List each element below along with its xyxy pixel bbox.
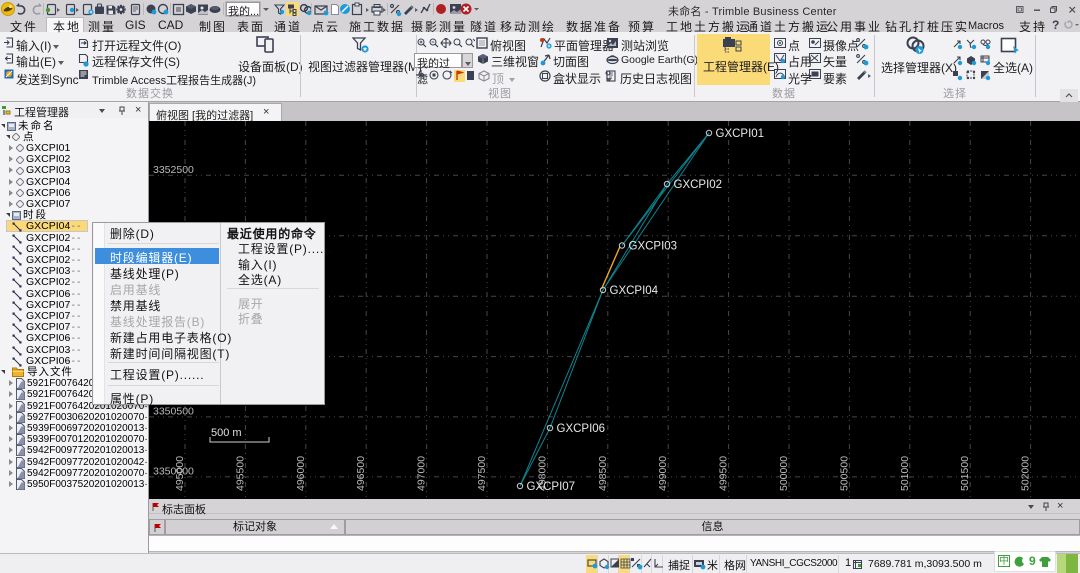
svg-text:GXCPI01: GXCPI01 [716, 128, 765, 140]
svg-text:3352500: 3352500 [153, 164, 194, 176]
svg-text:496000: 496000 [295, 456, 307, 491]
svg-text:500500: 500500 [838, 456, 850, 491]
svg-text:GXCPI02: GXCPI02 [674, 179, 723, 191]
svg-text:495500: 495500 [234, 456, 246, 491]
svg-text:3350500: 3350500 [153, 405, 194, 417]
svg-text:497500: 497500 [476, 456, 488, 491]
svg-text:GXCPI04: GXCPI04 [610, 285, 659, 297]
svg-text:501000: 501000 [899, 456, 911, 491]
svg-text:495000: 495000 [174, 456, 186, 491]
svg-text:500000: 500000 [778, 456, 790, 491]
svg-text:497000: 497000 [416, 456, 428, 491]
svg-text:499500: 499500 [718, 456, 730, 491]
svg-text:501500: 501500 [959, 456, 971, 491]
svg-text:502000: 502000 [1020, 456, 1032, 491]
svg-text:496500: 496500 [355, 456, 367, 491]
svg-text:500 m: 500 m [211, 427, 242, 439]
svg-text:498500: 498500 [597, 456, 609, 491]
svg-text:GXCPI07: GXCPI07 [527, 481, 576, 493]
svg-text:GXCPI03: GXCPI03 [629, 241, 678, 253]
svg-text:GXCPI06: GXCPI06 [557, 423, 606, 435]
svg-text:499000: 499000 [657, 456, 669, 491]
